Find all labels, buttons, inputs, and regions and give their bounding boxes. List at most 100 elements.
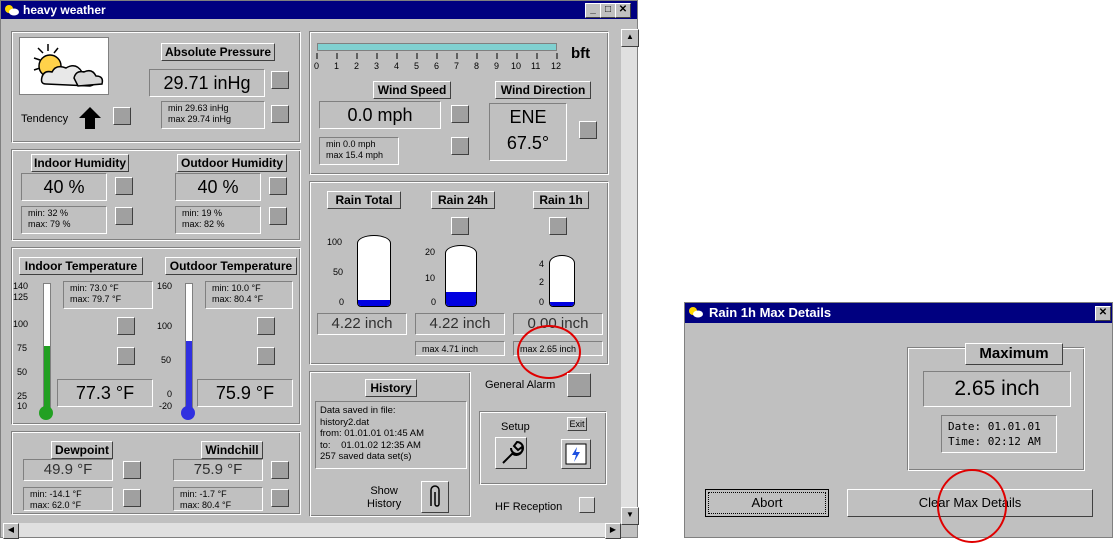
bft-4: 4 (394, 61, 400, 71)
outdoor-humidity-max: max: 82 % (182, 219, 225, 229)
bft-10: 10 (511, 61, 522, 71)
paperclip-icon (430, 485, 440, 507)
outdoor-tick-100: 100 (157, 321, 173, 331)
outdoor-temperature-minmax: min: 10.0 °F max: 80.4 °F (205, 281, 293, 309)
rain-total-value: 4.22 inch (317, 313, 407, 335)
wind-speed-alarm-button[interactable] (451, 105, 469, 123)
vertical-scrollbar[interactable]: ▲ ▼ (621, 29, 639, 525)
windchill-minmax-alarm-button[interactable] (271, 489, 289, 507)
wind-speed-header: Wind Speed (373, 81, 451, 99)
horizontal-scrollbar[interactable]: ◀ ▶ (3, 523, 621, 539)
scroll-right-arrow-icon[interactable]: ▶ (605, 523, 621, 539)
show-history-label-line-2: History (367, 498, 402, 510)
outdoor-thermometer-bulb (181, 406, 195, 420)
dewpoint-header: Dewpoint (51, 441, 113, 459)
main-window-title: heavy weather (23, 3, 106, 17)
indoor-humidity-minmax-alarm-button[interactable] (115, 207, 133, 225)
indoor-tick-50: 50 (17, 367, 28, 377)
dialog-title: Rain 1h Max Details (709, 305, 832, 320)
indoor-tick-125: 125 (13, 292, 29, 302)
close-button[interactable]: ✕ (615, 3, 631, 18)
wind-direction-header: Wind Direction (495, 81, 591, 99)
bft-6: 6 (434, 61, 440, 71)
main-titlebar: heavy weather _ □ ✕ (1, 1, 637, 19)
rain-24h-gauge-fill (446, 292, 476, 306)
show-history-button[interactable] (421, 481, 449, 513)
wind-speed-max: max 15.4 mph (326, 150, 384, 160)
scroll-up-arrow-icon[interactable]: ▲ (621, 29, 639, 47)
indoor-humidity-alarm-button[interactable] (115, 177, 133, 195)
exit-label: Exit (567, 417, 587, 431)
rain-1h-tick-4: 4 (539, 259, 545, 269)
pressure-value: 29.71 inHg (149, 69, 265, 97)
outdoor-temperature-header: Outdoor Temperature (165, 257, 297, 275)
outdoor-humidity-alarm-button[interactable] (269, 177, 287, 195)
bft-3: 3 (374, 61, 380, 71)
setup-label: Setup (501, 421, 530, 433)
indoor-tick-140: 140 (13, 281, 29, 291)
indoor-thermometer-level (44, 346, 50, 409)
maximum-date: Date: 01.01.01 (948, 420, 1041, 433)
wind-speed-minmax-alarm-button[interactable] (451, 137, 469, 155)
windchill-alarm-button[interactable] (271, 461, 289, 479)
dewpoint-min: min: -14.1 °F (30, 489, 82, 499)
maximum-header: Maximum (965, 343, 1063, 365)
rain-1h-header: Rain 1h (533, 191, 589, 209)
indoor-tick-10: 10 (17, 401, 28, 411)
bft-2: 2 (354, 61, 360, 71)
history-filename: history2.dat (320, 416, 370, 428)
wrench-icon (502, 440, 524, 464)
scroll-down-arrow-icon[interactable]: ▼ (621, 507, 639, 525)
dialog-logo-icon (689, 307, 703, 318)
maximize-button[interactable]: □ (600, 3, 616, 18)
tendency-alarm-button[interactable] (113, 107, 131, 125)
tendency-up-arrow-icon (79, 107, 101, 129)
rain-24h-alarm-button[interactable] (451, 217, 469, 235)
pressure-alarm-button[interactable] (271, 71, 289, 89)
history-details: Data saved in file: history2.dat from: 0… (315, 401, 467, 469)
dewpoint-minmax-alarm-button[interactable] (123, 489, 141, 507)
outdoor-temperature-alarm-low-button[interactable] (257, 347, 275, 365)
rain-1h-tick-2: 2 (539, 277, 545, 287)
outdoor-humidity-minmax-alarm-button[interactable] (269, 207, 287, 225)
dewpoint-max: max: 62.0 °F (30, 500, 82, 510)
dewpoint-alarm-button[interactable] (123, 461, 141, 479)
wind-direction-alarm-button[interactable] (579, 121, 597, 139)
hf-reception-indicator (579, 497, 595, 513)
history-header: History (365, 379, 417, 397)
general-alarm-label: General Alarm (485, 379, 556, 391)
bft-8: 8 (474, 61, 480, 71)
dialog-close-button[interactable]: ✕ (1095, 306, 1111, 321)
app-logo-icon (5, 5, 19, 16)
pressure-minmax-alarm-button[interactable] (271, 105, 289, 123)
indoor-temperature-alarm-low-button[interactable] (117, 347, 135, 365)
outdoor-humidity-minmax: min: 19 % max: 82 % (175, 206, 261, 234)
dewpoint-minmax: min: -14.1 °F max: 62.0 °F (23, 487, 113, 511)
general-alarm-button[interactable] (567, 373, 591, 397)
rain-total-tick-100: 100 (327, 237, 343, 247)
rain-1h-alarm-button[interactable] (549, 217, 567, 235)
minimize-button[interactable]: _ (585, 3, 601, 18)
outdoor-temperature-min: min: 10.0 °F (212, 283, 261, 293)
outdoor-tick-minus20: -20 (159, 401, 173, 411)
rain-1h-gauge (549, 255, 575, 307)
outdoor-temperature-alarm-high-button[interactable] (257, 317, 275, 335)
hf-reception-label: HF Reception (495, 501, 563, 513)
maximum-time: Time: 02:12 AM (948, 435, 1041, 448)
history-count: 257 saved data set(s) (320, 451, 412, 462)
abort-button[interactable]: Abort (705, 489, 829, 517)
rain-total-header: Rain Total (327, 191, 401, 209)
windchill-value: 75.9 °F (173, 459, 263, 481)
rain-total-gauge-fill (358, 300, 390, 306)
rain-24h-max: max 4.71 inch (415, 341, 505, 356)
windchill-header: Windchill (201, 441, 263, 459)
setup-button[interactable] (495, 437, 527, 469)
indoor-humidity-max: max: 79 % (28, 219, 71, 229)
bft-0: 0 (314, 61, 320, 71)
beaufort-ticks (316, 53, 558, 59)
exit-button[interactable] (561, 439, 591, 469)
indoor-temperature-alarm-high-button[interactable] (117, 317, 135, 335)
pressure-header: Absolute Pressure (161, 43, 275, 61)
scroll-left-arrow-icon[interactable]: ◀ (3, 523, 19, 539)
indoor-humidity-minmax: min: 32 % max: 79 % (21, 206, 107, 234)
